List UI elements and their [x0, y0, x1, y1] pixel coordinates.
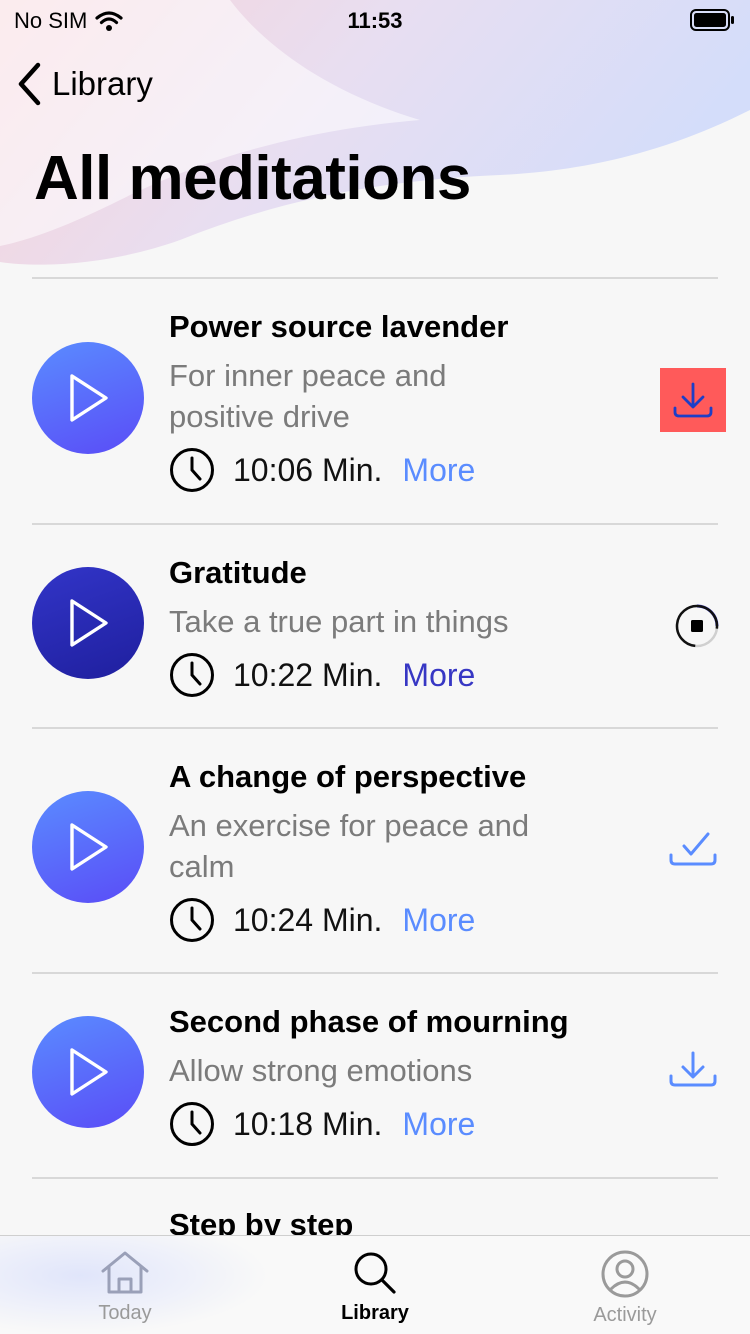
stop-download-icon — [675, 604, 719, 648]
status-bar: No SIM 11:53 — [0, 0, 750, 40]
clock-icon — [170, 1102, 214, 1146]
list-item[interactable]: Gratitude Take a true part in things 10:… — [32, 525, 720, 727]
subtitle-line: positive drive — [169, 399, 350, 434]
subtitle-line: For inner peace and — [169, 358, 447, 393]
tab-label: Activity — [593, 1304, 657, 1326]
play-icon — [70, 1048, 108, 1096]
play-button[interactable] — [32, 342, 144, 454]
clock-icon — [170, 898, 214, 942]
play-icon — [70, 823, 108, 871]
tab-label: Library — [341, 1302, 409, 1324]
download-button[interactable] — [660, 368, 726, 432]
tab-today[interactable]: Today — [0, 1250, 250, 1325]
tab-library[interactable]: Library — [250, 1250, 500, 1325]
clock-icon — [170, 653, 214, 697]
play-button[interactable] — [32, 791, 144, 903]
back-label: Library — [52, 65, 153, 102]
duration-label: 10:22 Min. — [233, 656, 383, 693]
list-item[interactable]: Power source lavender For inner peace an… — [32, 279, 726, 523]
download-button[interactable] — [668, 1050, 718, 1090]
meditation-list: Power source lavender For inner peace an… — [32, 277, 726, 1259]
subtitle-line: calm — [169, 849, 235, 884]
clock-time: 11:53 — [347, 8, 403, 33]
search-icon — [354, 1252, 396, 1294]
meditation-subtitle: Allow strong emotions — [169, 1053, 473, 1088]
page-title: All meditations — [34, 144, 471, 213]
meditation-title: Power source lavender — [169, 309, 509, 344]
duration-label: 10:18 Min. — [233, 1105, 383, 1142]
download-icon — [673, 382, 713, 418]
downloaded-check-icon — [669, 832, 717, 866]
play-icon — [70, 599, 108, 647]
profile-icon — [601, 1250, 649, 1298]
list-item[interactable]: A change of perspective An exercise for … — [32, 729, 718, 972]
list-item[interactable]: Second phase of mourning Allow strong em… — [32, 974, 718, 1177]
meditation-subtitle: An exercise for peace and calm — [169, 805, 619, 887]
meditation-title: Second phase of mourning — [169, 1004, 569, 1039]
tab-label: Today — [98, 1302, 152, 1324]
play-icon — [70, 374, 108, 422]
play-button[interactable] — [32, 1016, 144, 1128]
more-link[interactable]: More — [402, 452, 475, 489]
download-icon — [669, 1051, 717, 1087]
more-link[interactable]: More — [402, 1106, 475, 1143]
battery-icon — [690, 8, 736, 38]
stop-download-button[interactable] — [674, 603, 720, 649]
play-button[interactable] — [32, 567, 144, 679]
tab-bar: Today Library Activity — [0, 1235, 750, 1334]
meditation-subtitle: Take a true part in things — [169, 604, 509, 639]
clock-icon — [170, 448, 214, 492]
meditation-subtitle: For inner peace and positive drive — [169, 355, 619, 437]
duration-label: 10:24 Min. — [233, 901, 383, 938]
home-icon — [101, 1251, 149, 1294]
meditation-title: Gratitude — [169, 555, 307, 590]
downloaded-button[interactable] — [668, 829, 718, 869]
chevron-left-icon — [18, 62, 41, 106]
tab-activity[interactable]: Activity — [500, 1250, 750, 1327]
duration-label: 10:06 Min. — [233, 451, 383, 488]
more-link[interactable]: More — [402, 902, 475, 939]
more-link[interactable]: More — [402, 657, 475, 694]
back-button[interactable]: Library — [16, 62, 153, 106]
subtitle-line: An exercise for peace and — [169, 808, 530, 843]
meditation-title: A change of perspective — [169, 759, 527, 794]
